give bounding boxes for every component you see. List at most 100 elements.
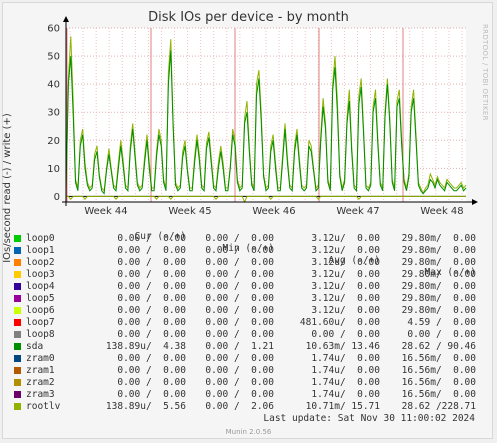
legend-min: 0.00 / 0.00 bbox=[205, 293, 274, 304]
legend-swatch bbox=[14, 331, 21, 338]
legend-avg: 481.60u/ 0.00 bbox=[299, 317, 380, 328]
y-tick-label: 0 bbox=[54, 192, 60, 203]
legend-cur: 0.00 / 0.00 bbox=[117, 233, 186, 244]
legend-max: 16.56m/ 0.00 bbox=[401, 377, 476, 388]
legend-cur: 138.89u/ 5.56 bbox=[105, 401, 186, 412]
chart-plot: 0 10 20 30 40 50 60 Week 44 Week 45 Week 46 Week 4… bbox=[47, 16, 478, 215]
legend-row-loop1: loop1 0.00 / 0.00 0.00 / 0.00 3.12u/ 0.00 29… bbox=[0, 245, 497, 257]
x-tick-label: Week 46 bbox=[252, 206, 295, 215]
legend-max: 29.80m/ 0.00 bbox=[401, 293, 476, 304]
legend-name: sda bbox=[26, 341, 44, 352]
last-update: Last update: Sat Nov 30 11:00:02 2024 bbox=[263, 413, 475, 424]
legend-min: 0.00 / 0.00 bbox=[205, 329, 274, 340]
legend-name: loop4 bbox=[26, 281, 55, 292]
legend-max: 0.00 / 0.00 bbox=[407, 329, 476, 340]
legend-avg: 3.12u/ 0.00 bbox=[311, 305, 380, 316]
legend-row-loop7: loop7 0.00 / 0.00 0.00 / 0.00 481.60u/ 0.00… bbox=[0, 317, 497, 329]
y-tick-label: 50 bbox=[47, 52, 60, 63]
legend-swatch bbox=[14, 355, 21, 362]
legend-avg: 1.74u/ 0.00 bbox=[311, 365, 380, 376]
legend-name: loop0 bbox=[26, 233, 55, 244]
legend-name: zram0 bbox=[26, 353, 55, 364]
legend-row-loop6: loop6 0.00 / 0.00 0.00 / 0.00 3.12u/ 0.00 29… bbox=[0, 305, 497, 317]
legend-min: 0.00 / 0.00 bbox=[205, 305, 274, 316]
legend-header: Cur (-/+) Min (-/+) Avg (-/+) Max (-/+) bbox=[0, 219, 497, 278]
legend-min: 0.00 / 0.00 bbox=[205, 317, 274, 328]
legend-row-zram2: zram2 0.00 / 0.00 0.00 / 0.00 1.74u/ 0.00 16… bbox=[0, 377, 497, 389]
legend-name: loop8 bbox=[26, 329, 55, 340]
legend-min: 0.00 / 0.00 bbox=[205, 233, 274, 244]
legend-avg: 3.12u/ 0.00 bbox=[311, 269, 380, 280]
legend-avg: 0.00 / 0.00 bbox=[311, 329, 380, 340]
legend-row-loop5: loop5 0.00 / 0.00 0.00 / 0.00 3.12u/ 0.00 29… bbox=[0, 293, 497, 305]
legend-name: zram1 bbox=[26, 365, 55, 376]
legend-swatch bbox=[14, 403, 21, 410]
legend-row-loop8: loop8 0.00 / 0.00 0.00 / 0.00 0.00 / 0.00 0.… bbox=[0, 329, 497, 341]
legend-swatch bbox=[14, 379, 21, 386]
legend-row-rootlv: rootlv 138.89u/ 5.56 0.00 / 2.06 10.71m/ 15… bbox=[0, 401, 497, 413]
legend-name: loop3 bbox=[26, 269, 55, 280]
legend-avg: 10.63m/ 13.46 bbox=[305, 341, 380, 352]
x-tick-label: Week 44 bbox=[84, 206, 127, 215]
y-tick-label: 40 bbox=[47, 80, 60, 91]
legend-max: 4.59 / 0.00 bbox=[407, 317, 476, 328]
legend-cur: 0.00 / 0.00 bbox=[117, 365, 186, 376]
legend-avg: 3.12u/ 0.00 bbox=[311, 281, 380, 292]
legend-row-zram1: zram1 0.00 / 0.00 0.00 / 0.00 1.74u/ 0.00 16… bbox=[0, 365, 497, 377]
legend-cur: 0.00 / 0.00 bbox=[117, 305, 186, 316]
y-tick-label: 20 bbox=[47, 136, 60, 147]
legend-min: 0.00 / 1.21 bbox=[205, 341, 274, 352]
legend-cur: 0.00 / 0.00 bbox=[117, 281, 186, 292]
x-tick-label: Week 47 bbox=[336, 206, 379, 215]
legend-swatch bbox=[14, 283, 21, 290]
legend-row-loop4: loop4 0.00 / 0.00 0.00 / 0.00 3.12u/ 0.00 29… bbox=[0, 281, 497, 293]
legend-min: 0.00 / 0.00 bbox=[205, 245, 274, 256]
legend-avg: 1.74u/ 0.00 bbox=[311, 377, 380, 388]
legend-avg: 3.12u/ 0.00 bbox=[311, 257, 380, 268]
legend-swatch bbox=[14, 391, 21, 398]
legend-swatch bbox=[14, 235, 21, 242]
legend-cur: 0.00 / 0.00 bbox=[117, 257, 186, 268]
y-tick-label: 60 bbox=[47, 24, 60, 35]
legend-name: loop6 bbox=[26, 305, 55, 316]
legend-row-loop3: loop3 0.00 / 0.00 0.00 / 0.00 3.12u/ 0.00 29… bbox=[0, 269, 497, 281]
legend-cur: 0.00 / 0.00 bbox=[117, 377, 186, 388]
legend-max: 28.62 /228.71 bbox=[401, 401, 476, 412]
legend-max: 16.56m/ 0.00 bbox=[401, 353, 476, 364]
legend-cur: 0.00 / 0.00 bbox=[117, 269, 186, 280]
legend-name: loop2 bbox=[26, 257, 55, 268]
legend-swatch bbox=[14, 247, 21, 254]
legend-min: 0.00 / 0.00 bbox=[205, 377, 274, 388]
legend-row-zram3: zram3 0.00 / 0.00 0.00 / 0.00 1.74u/ 0.00 16… bbox=[0, 389, 497, 401]
legend-cur: 0.00 / 0.00 bbox=[117, 293, 186, 304]
legend-max: 28.62 / 90.46 bbox=[401, 341, 476, 352]
x-tick-label: Week 45 bbox=[168, 206, 211, 215]
legend-cur: 0.00 / 0.00 bbox=[117, 389, 186, 400]
legend-name: zram2 bbox=[26, 377, 55, 388]
legend-swatch bbox=[14, 343, 21, 350]
legend-max: 29.80m/ 0.00 bbox=[401, 305, 476, 316]
legend-row-loop0: loop0 0.00 / 0.00 0.00 / 0.00 3.12u/ 0.00 29… bbox=[0, 233, 497, 245]
legend-avg: 1.74u/ 0.00 bbox=[311, 353, 380, 364]
legend-avg: 3.12u/ 0.00 bbox=[311, 245, 380, 256]
legend-swatch bbox=[14, 319, 21, 326]
legend-min: 0.00 / 0.00 bbox=[205, 353, 274, 364]
legend-max: 29.80m/ 0.00 bbox=[401, 233, 476, 244]
legend-max: 16.56m/ 0.00 bbox=[401, 389, 476, 400]
legend-max: 16.56m/ 0.00 bbox=[401, 365, 476, 376]
legend-min: 0.00 / 0.00 bbox=[205, 389, 274, 400]
legend-swatch bbox=[14, 259, 21, 266]
munin-version: Munin 2.0.56 bbox=[225, 428, 272, 436]
legend-swatch bbox=[14, 271, 21, 278]
legend-max: 29.80m/ 0.00 bbox=[401, 281, 476, 292]
legend-cur: 0.00 / 0.00 bbox=[117, 329, 186, 340]
legend-avg: 1.74u/ 0.00 bbox=[311, 389, 380, 400]
x-axis-arrow bbox=[472, 199, 478, 205]
legend-avg: 10.71m/ 15.71 bbox=[305, 401, 380, 412]
legend-avg: 3.12u/ 0.00 bbox=[311, 293, 380, 304]
legend-name: loop1 bbox=[26, 245, 55, 256]
legend-max: 29.80m/ 0.00 bbox=[401, 257, 476, 268]
y-tick-label: 30 bbox=[47, 108, 60, 119]
legend-avg: 3.12u/ 0.00 bbox=[311, 233, 380, 244]
legend-cur: 138.89u/ 4.38 bbox=[105, 341, 186, 352]
